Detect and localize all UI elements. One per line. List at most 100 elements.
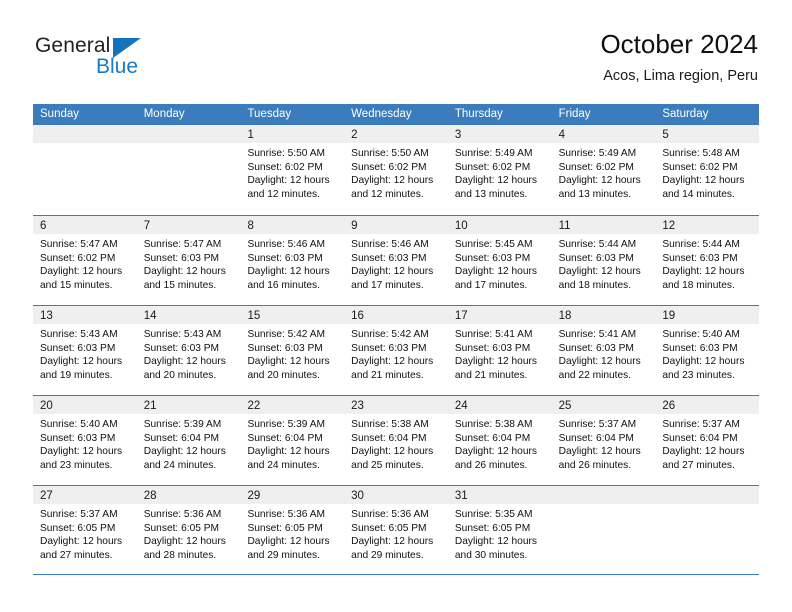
day-detail-line: Sunrise: 5:38 AM: [454, 419, 533, 430]
day-details: Sunrise: 5:37 AM Sunset: 6:04 PM Daylight:…: [655, 414, 759, 472]
calendar-day-cell[interactable]: 2 Sunrise: 5:50 AM Sunset: 6:02 PM Daylight…: [344, 125, 448, 215]
day-detail-line: Sunrise: 5:43 AM: [143, 329, 222, 340]
day-number-band: 1: [240, 125, 345, 143]
calendar-day-cell[interactable]: 25 Sunrise: 5:37 AM Sunset: 6:04 PM Dayligh…: [551, 396, 656, 485]
calendar-day-cell[interactable]: 28 Sunrise: 5:36 AM Sunset: 6:05 PM Dayligh…: [136, 486, 241, 574]
calendar-day-cell[interactable]: 18 Sunrise: 5:41 AM Sunset: 6:03 PM Dayligh…: [551, 306, 656, 395]
calendar-day-cell[interactable]: 23 Sunrise: 5:38 AM Sunset: 6:04 PM Dayligh…: [344, 396, 448, 485]
calendar-day-cell[interactable]: 14 Sunrise: 5:43 AM Sunset: 6:03 PM Dayligh…: [136, 306, 241, 395]
calendar-day-cell[interactable]: 29 Sunrise: 5:36 AM Sunset: 6:05 PM Dayligh…: [240, 486, 345, 574]
calendar-day-cell[interactable]: 13 Sunrise: 5:43 AM Sunset: 6:03 PM Dayligh…: [33, 306, 137, 395]
day-detail-line: Sunset: 6:04 PM: [247, 432, 323, 444]
calendar-day-cell-empty: [551, 486, 656, 574]
day-detail-line: and 17 minutes.: [454, 279, 528, 291]
calendar-day-cell[interactable]: 7 Sunrise: 5:47 AM Sunset: 6:03 PM Daylight…: [136, 216, 241, 305]
day-detail-line: Sunset: 6:05 PM: [247, 522, 323, 534]
day-number-band: 25: [551, 396, 656, 414]
weekday-header-monday: Monday: [143, 108, 185, 120]
day-detail-line: Sunset: 6:02 PM: [247, 161, 323, 173]
calendar-day-cell[interactable]: 27 Sunrise: 5:37 AM Sunset: 6:05 PM Dayligh…: [33, 486, 137, 574]
day-number: 13: [40, 310, 53, 322]
day-detail-line: and 20 minutes.: [143, 369, 217, 381]
day-details: [655, 504, 759, 508]
day-detail-line: Daylight: 12 hours: [40, 356, 123, 368]
calendar-day-cell[interactable]: 30 Sunrise: 5:36 AM Sunset: 6:05 PM Dayligh…: [344, 486, 448, 574]
calendar-day-cell[interactable]: 1 Sunrise: 5:50 AM Sunset: 6:02 PM Daylight…: [240, 125, 345, 215]
day-number-band: 10: [447, 216, 552, 234]
calendar-page: General Blue October 2024 Acos, Lima reg…: [0, 0, 792, 612]
calendar-day-cell-empty: [136, 125, 241, 215]
day-number-band: [136, 125, 241, 143]
calendar-day-cell[interactable]: 5 Sunrise: 5:48 AM Sunset: 6:02 PM Daylight…: [655, 125, 760, 215]
day-detail-line: Daylight: 12 hours: [40, 266, 123, 278]
day-details: Sunrise: 5:42 AM Sunset: 6:03 PM Daylight:…: [240, 324, 344, 382]
day-number-band: 22: [240, 396, 345, 414]
day-detail-line: Daylight: 12 hours: [558, 356, 641, 368]
day-number: 5: [662, 129, 669, 141]
day-detail-line: Sunrise: 5:49 AM: [454, 148, 533, 159]
calendar-day-cell[interactable]: 16 Sunrise: 5:42 AM Sunset: 6:03 PM Dayligh…: [344, 306, 448, 395]
day-number-band: 21: [136, 396, 241, 414]
calendar-day-cell[interactable]: 11 Sunrise: 5:44 AM Sunset: 6:03 PM Dayligh…: [551, 216, 656, 305]
day-detail-line: Daylight: 12 hours: [247, 266, 330, 278]
calendar-day-cell[interactable]: 17 Sunrise: 5:41 AM Sunset: 6:03 PM Dayligh…: [447, 306, 552, 395]
calendar-day-cell[interactable]: 9 Sunrise: 5:46 AM Sunset: 6:03 PM Daylight…: [344, 216, 448, 305]
day-details: Sunrise: 5:44 AM Sunset: 6:03 PM Daylight:…: [552, 234, 656, 292]
calendar-week-row: 27 Sunrise: 5:37 AM Sunset: 6:05 PM Dayligh…: [33, 485, 760, 575]
day-detail-line: Daylight: 12 hours: [558, 175, 641, 187]
day-number: 11: [558, 220, 571, 232]
day-details: Sunrise: 5:47 AM Sunset: 6:02 PM Daylight:…: [33, 234, 137, 292]
day-number: 29: [247, 490, 261, 502]
day-number: 18: [558, 310, 572, 322]
calendar-day-cell[interactable]: 24 Sunrise: 5:38 AM Sunset: 6:04 PM Dayligh…: [447, 396, 552, 485]
calendar-day-cell[interactable]: 21 Sunrise: 5:39 AM Sunset: 6:04 PM Dayligh…: [136, 396, 241, 485]
day-number: 25: [558, 400, 572, 412]
day-details: Sunrise: 5:36 AM Sunset: 6:05 PM Daylight:…: [137, 504, 241, 562]
day-detail-line: and 16 minutes.: [247, 279, 320, 291]
calendar-day-cell[interactable]: 26 Sunrise: 5:37 AM Sunset: 6:04 PM Dayligh…: [655, 396, 760, 485]
page-header: General Blue October 2024 Acos, Lima reg…: [34, 28, 758, 90]
calendar-day-cell[interactable]: 6 Sunrise: 5:47 AM Sunset: 6:02 PM Daylight…: [33, 216, 137, 305]
calendar-day-cell[interactable]: 22 Sunrise: 5:39 AM Sunset: 6:04 PM Dayligh…: [240, 396, 345, 485]
day-number: 21: [143, 400, 157, 412]
day-number-band: 20: [33, 396, 137, 414]
day-detail-line: Sunrise: 5:36 AM: [351, 509, 429, 520]
day-detail-line: Daylight: 12 hours: [40, 536, 123, 548]
day-number-band: 29: [240, 486, 345, 504]
logo-text-blue: Blue: [96, 55, 139, 78]
day-detail-line: Daylight: 12 hours: [143, 266, 226, 278]
page-title: October 2024: [600, 29, 758, 59]
day-detail-line: Sunset: 6:03 PM: [662, 342, 738, 354]
day-detail-line: and 22 minutes.: [558, 369, 632, 381]
day-detail-line: Sunrise: 5:50 AM: [351, 148, 429, 159]
day-number: 22: [247, 400, 261, 412]
weekday-header-wednesday: Wednesday: [351, 108, 412, 120]
calendar-day-cell[interactable]: 19 Sunrise: 5:40 AM Sunset: 6:03 PM Dayligh…: [655, 306, 760, 395]
day-detail-line: Sunset: 6:03 PM: [247, 252, 323, 264]
day-detail-line: Sunset: 6:03 PM: [143, 252, 220, 264]
day-detail-line: Sunrise: 5:40 AM: [40, 419, 118, 430]
calendar-day-cell[interactable]: 31 Sunrise: 5:35 AM Sunset: 6:05 PM Dayligh…: [447, 486, 552, 574]
day-detail-line: Sunrise: 5:45 AM: [454, 239, 533, 250]
calendar-day-cell[interactable]: 8 Sunrise: 5:46 AM Sunset: 6:03 PM Daylight…: [240, 216, 345, 305]
calendar-day-cell[interactable]: 15 Sunrise: 5:42 AM Sunset: 6:03 PM Dayligh…: [240, 306, 345, 395]
day-detail-line: and 21 minutes.: [454, 369, 528, 381]
day-number: 30: [351, 490, 364, 502]
calendar-day-cell[interactable]: 10 Sunrise: 5:45 AM Sunset: 6:03 PM Dayligh…: [447, 216, 552, 305]
general-blue-logo[interactable]: General Blue: [34, 34, 264, 90]
day-detail-line: Sunset: 6:03 PM: [454, 342, 531, 354]
day-detail-line: Sunrise: 5:50 AM: [247, 148, 326, 159]
calendar-day-cell[interactable]: 12 Sunrise: 5:44 AM Sunset: 6:03 PM Dayligh…: [655, 216, 760, 305]
day-number: 14: [143, 310, 157, 322]
calendar-day-cell[interactable]: 3 Sunrise: 5:49 AM Sunset: 6:02 PM Daylight…: [447, 125, 552, 215]
weekday-header-sunday: Sunday: [40, 108, 80, 120]
title-block: October 2024 Acos, Lima region, Peru: [600, 28, 758, 85]
day-detail-line: and 20 minutes.: [247, 369, 320, 381]
day-detail-line: Daylight: 12 hours: [40, 446, 123, 458]
day-number-band: 8: [240, 216, 345, 234]
day-number: 23: [351, 400, 364, 412]
calendar-day-cell[interactable]: 20 Sunrise: 5:40 AM Sunset: 6:03 PM Dayligh…: [33, 396, 137, 485]
day-number-band: 7: [136, 216, 241, 234]
calendar-day-cell[interactable]: 4 Sunrise: 5:49 AM Sunset: 6:02 PM Daylight…: [551, 125, 656, 215]
day-detail-line: and 18 minutes.: [662, 279, 735, 291]
